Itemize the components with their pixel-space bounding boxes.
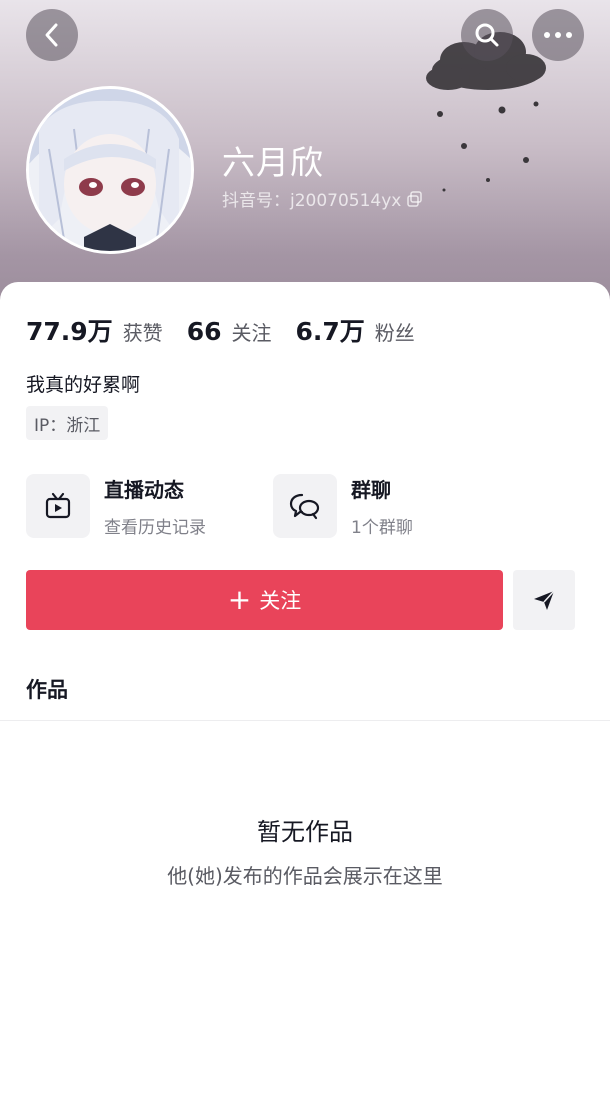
tv-play-icon bbox=[45, 492, 71, 519]
bio: 我真的好累啊 bbox=[26, 374, 141, 396]
stat-value: 6.7万 bbox=[295, 317, 365, 346]
group-subtitle: 1个群聊 bbox=[351, 518, 413, 538]
send-icon bbox=[534, 590, 555, 610]
stats-row: 77.9万 获赞 66 关注 6.7万 粉丝 bbox=[26, 312, 439, 348]
follow-label: 关注 bbox=[259, 589, 302, 613]
group-chat-entry[interactable]: 群聊 1个群聊 bbox=[273, 474, 413, 538]
search-icon bbox=[475, 23, 499, 47]
stat-likes[interactable]: 77.9万 获赞 bbox=[26, 312, 163, 348]
follow-button[interactable]: + 关注 bbox=[26, 570, 503, 630]
chat-bubbles-icon bbox=[289, 493, 320, 520]
group-icon-box bbox=[273, 474, 337, 538]
stat-followers[interactable]: 6.7万 粉丝 bbox=[295, 312, 414, 348]
stat-label: 粉丝 bbox=[374, 321, 415, 345]
tab-works[interactable]: 作品 bbox=[26, 674, 68, 704]
avatar-illustration bbox=[29, 89, 191, 251]
group-title: 群聊 bbox=[351, 478, 391, 502]
empty-state-subtitle: 他(她)发布的作品会展示在这里 bbox=[167, 864, 443, 888]
nickname: 六月欣 bbox=[222, 143, 324, 182]
chevron-left-icon bbox=[45, 23, 58, 47]
share-button[interactable] bbox=[513, 570, 575, 630]
avatar[interactable] bbox=[26, 86, 194, 254]
copy-icon[interactable] bbox=[407, 190, 423, 207]
stat-label: 获赞 bbox=[122, 321, 163, 345]
more-button[interactable] bbox=[532, 9, 584, 61]
ip-location-tag: IP：浙江 bbox=[26, 406, 109, 440]
back-button[interactable] bbox=[26, 9, 78, 61]
stat-value: 77.9万 bbox=[26, 317, 113, 346]
plus-icon: + bbox=[227, 583, 252, 616]
live-subtitle: 查看历史记录 bbox=[104, 518, 206, 538]
douyin-id-text: 抖音号：j20070514yx bbox=[222, 191, 402, 211]
live-history-entry[interactable]: 直播动态 查看历史记录 bbox=[26, 474, 206, 538]
live-text: 直播动态 查看历史记录 bbox=[104, 474, 206, 538]
stat-value: 66 bbox=[186, 317, 222, 346]
douyin-id[interactable]: 抖音号：j20070514yx bbox=[222, 186, 423, 211]
live-icon-box bbox=[26, 474, 90, 538]
tab-divider bbox=[0, 720, 610, 721]
search-button[interactable] bbox=[461, 9, 513, 61]
profile-header: 六月欣 抖音号：j20070514yx bbox=[0, 0, 610, 320]
stat-label: 关注 bbox=[231, 321, 272, 345]
empty-state-title: 暂无作品 bbox=[257, 818, 353, 846]
live-title: 直播动态 bbox=[104, 478, 184, 502]
more-dots-icon bbox=[544, 32, 572, 38]
stat-following[interactable]: 66 关注 bbox=[187, 317, 272, 346]
group-text: 群聊 1个群聊 bbox=[351, 474, 413, 538]
profile-card: 77.9万 获赞 66 关注 6.7万 粉丝 我真的好累啊 IP：浙江 直播动态… bbox=[0, 282, 610, 1111]
